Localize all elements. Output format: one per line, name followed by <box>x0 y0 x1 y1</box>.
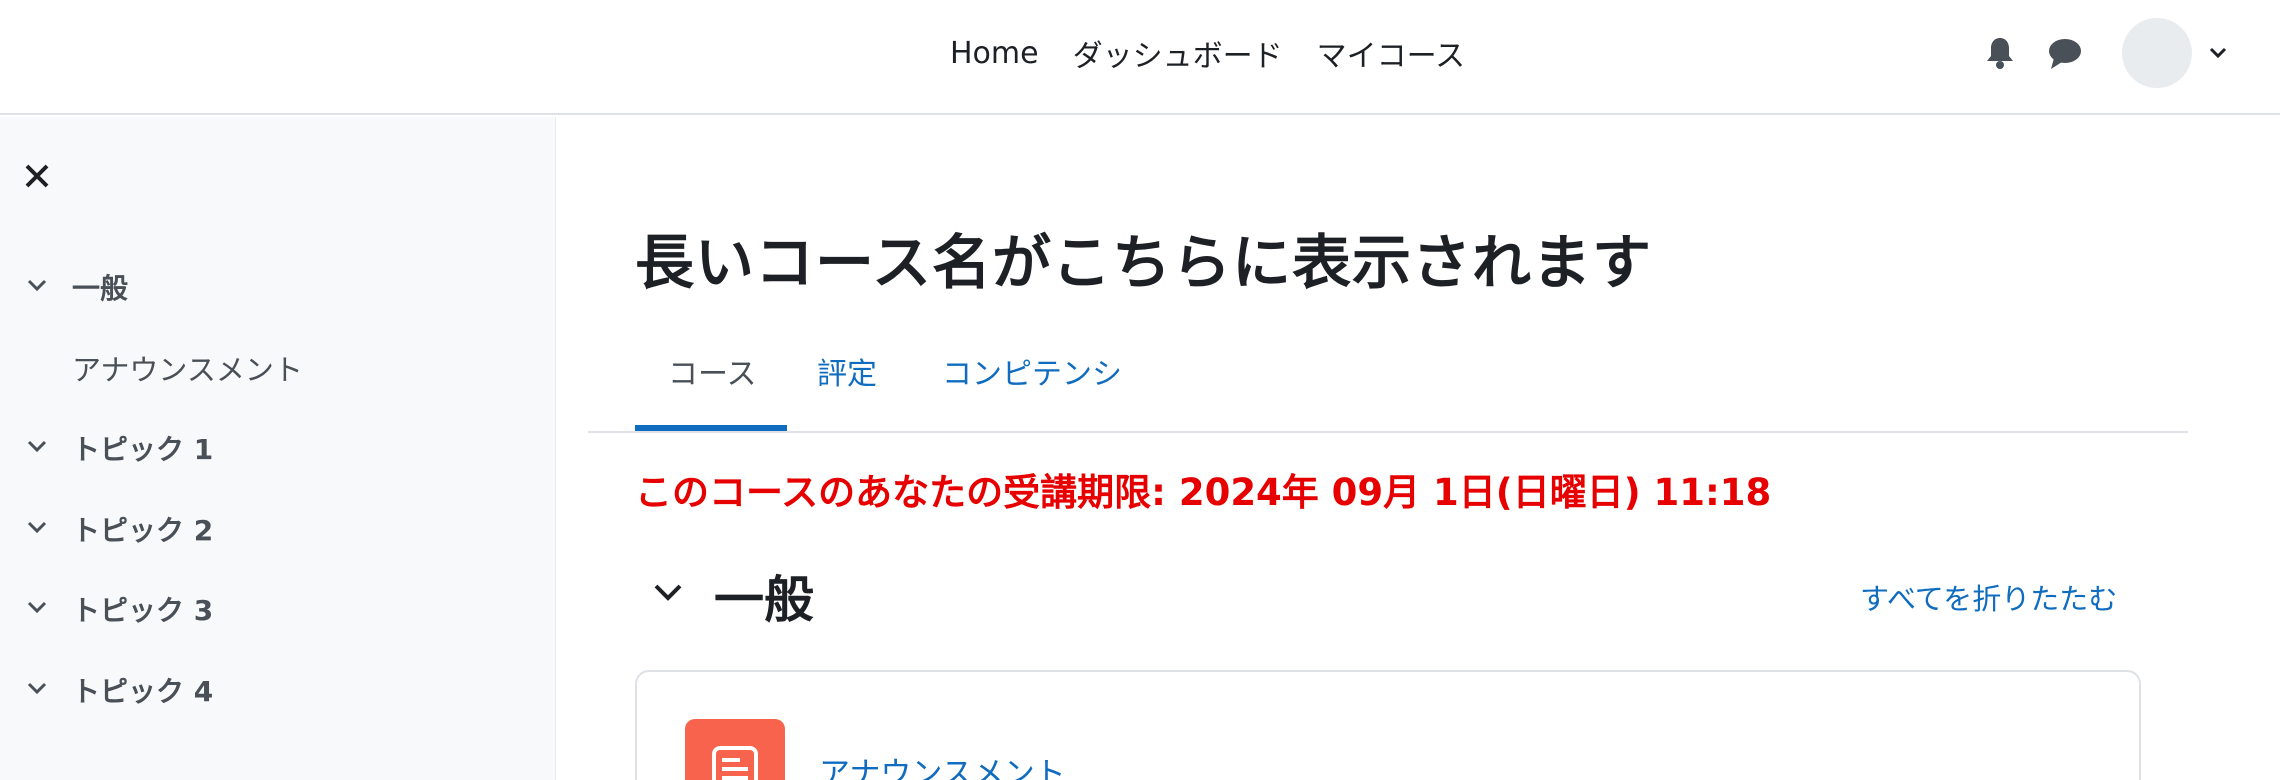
page-title: 長いコース名がこちらに表示されます <box>635 228 1653 297</box>
section-title: 一般 <box>714 571 814 629</box>
activity-card: アナウンスメント <box>635 670 2141 780</box>
drawer-section-general[interactable]: 一般 <box>0 262 556 312</box>
course-tabs: コース 評定 コンピテンシ <box>588 335 2188 433</box>
chevron-down-icon[interactable] <box>26 278 48 292</box>
chat-icon[interactable] <box>2048 38 2082 70</box>
drawer-section-label: トピック 2 <box>72 514 214 547</box>
avatar[interactable] <box>2122 18 2192 88</box>
forum-icon <box>685 719 785 780</box>
chevron-down-icon[interactable] <box>26 439 48 453</box>
enrolment-end-notice: このコースのあなたの受講期限: 2024年 09月 1日(日曜日) 11:18 <box>635 471 1772 514</box>
chevron-down-icon[interactable] <box>2208 46 2228 60</box>
navbar-user-area <box>0 0 2280 106</box>
drawer-section-label: トピック 3 <box>72 594 214 627</box>
bell-icon[interactable] <box>1985 36 2015 70</box>
active-tab-indicator <box>635 425 787 431</box>
drawer-item-announcements[interactable]: アナウンスメント <box>72 347 303 389</box>
drawer-section-topic-4[interactable]: トピック 4 <box>0 665 556 715</box>
collapse-all-link[interactable]: すべてを折りたたむ <box>1860 576 2117 618</box>
drawer-section-topic-3[interactable]: トピック 3 <box>0 584 556 634</box>
chevron-down-icon[interactable] <box>26 600 48 614</box>
chevron-down-icon[interactable] <box>26 520 48 534</box>
drawer-section-label: トピック 4 <box>72 675 214 708</box>
drawer-section-topic-1[interactable]: トピック 1 <box>0 423 556 473</box>
top-navbar: Home ダッシュボード マイコース <box>0 0 2280 115</box>
chevron-down-icon[interactable] <box>652 582 684 602</box>
chevron-down-icon[interactable] <box>26 681 48 695</box>
tab-course[interactable]: コース <box>668 349 757 393</box>
tab-competencies[interactable]: コンピテンシ <box>942 349 1122 393</box>
drawer-section-label: 一般 <box>72 272 129 305</box>
drawer-section-label: トピック 1 <box>72 433 214 466</box>
drawer-section-topic-2[interactable]: トピック 2 <box>0 504 556 554</box>
activity-link-announcements[interactable]: アナウンスメント <box>819 748 1066 780</box>
close-icon[interactable] <box>24 163 50 189</box>
tab-grades[interactable]: 評定 <box>817 349 877 393</box>
course-index-drawer: 一般 アナウンスメント トピック 1 トピック 2 トピック 3 トピック 4 <box>0 117 556 780</box>
